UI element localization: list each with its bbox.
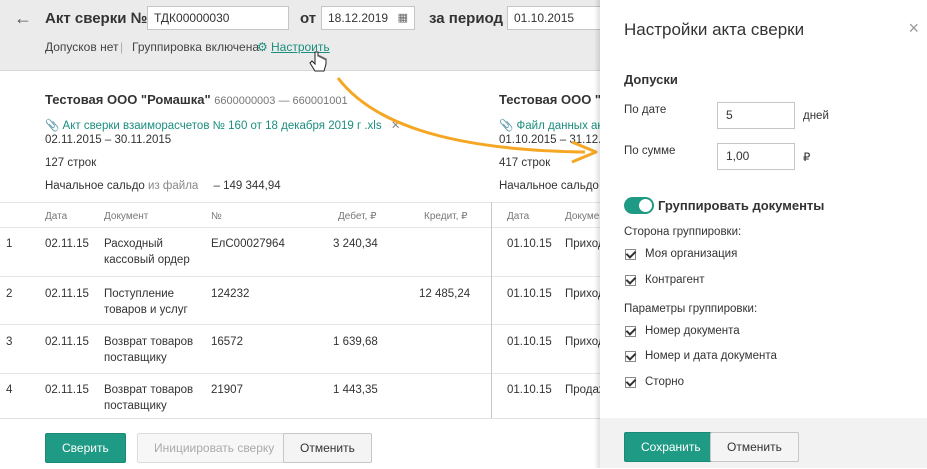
date-input[interactable]: 18.12.2019 ▦ xyxy=(321,6,415,30)
grouping-status: Группировка включена xyxy=(132,40,260,54)
footer-bar: Сверить Инициировать сверку Отменить xyxy=(0,418,600,469)
row-right-date: 01.10.15 xyxy=(507,384,552,396)
left-balance-value: – 149 344,94 xyxy=(213,180,281,192)
right-balance-label: Начальное сальдо и xyxy=(499,180,609,192)
row-number: ЕлС00027964 xyxy=(211,238,285,250)
row-index: 3 xyxy=(6,336,13,348)
row-doc-line1: Поступление xyxy=(104,288,175,300)
row-doc-line2: товаров и услуг xyxy=(104,304,188,316)
left-rows-count: 127 строк xyxy=(45,157,97,169)
by-sum-label: По сумме xyxy=(624,145,676,157)
gear-icon: ⚙ xyxy=(257,40,268,54)
left-org-name: Тестовая ООО "Ромашка" xyxy=(45,92,211,107)
col-header-date: Дата xyxy=(45,211,68,222)
group-documents-toggle[interactable] xyxy=(624,197,654,214)
save-button[interactable]: Сохранить xyxy=(624,432,718,462)
row-doc-line1: Возврат товаров xyxy=(104,336,194,348)
row-number: 124232 xyxy=(211,288,250,300)
left-balance-label: Начальное сальдо xyxy=(45,180,145,192)
status-separator: | xyxy=(120,40,124,54)
col-header-document: Документ xyxy=(104,211,149,222)
calendar-icon[interactable]: ▦ xyxy=(398,11,408,24)
left-balance: Начальное сальдо из файла – 149 344,94 xyxy=(45,180,281,192)
period-start-input[interactable]: 01.10.2015 xyxy=(507,6,600,30)
initiate-reconcile-button[interactable]: Инициировать сверку xyxy=(137,433,292,463)
storno-checkbox[interactable] xyxy=(625,377,636,388)
toggle-knob xyxy=(639,199,652,212)
page-title: Акт сверки № xyxy=(45,10,148,27)
left-period: 02.11.2015 – 30.11.2015 xyxy=(45,134,172,146)
period-label: за период xyxy=(429,10,504,27)
group-documents-label: Группировать документы xyxy=(658,198,825,213)
my-org-label: Моя организация xyxy=(645,248,738,260)
cancel-button[interactable]: Отменить xyxy=(283,433,372,463)
paperclip-icon: 📎 xyxy=(45,120,60,132)
row-doc-line2: кассовый ордер xyxy=(104,254,190,266)
row-number: 16572 xyxy=(211,336,243,348)
storno-label: Сторно xyxy=(645,376,684,388)
left-org-inn: 6600000003 — 660001001 xyxy=(214,95,348,107)
row-right-date: 01.10.15 xyxy=(507,238,552,250)
row-doc-line1: Расходный xyxy=(104,238,163,250)
doc-number-date-label: Номер и дата документа xyxy=(645,350,777,362)
row-divider xyxy=(0,324,600,325)
settings-panel: Настройки акта сверки × Допуски По дате … xyxy=(600,0,927,468)
left-balance-source: из файла xyxy=(148,180,199,192)
row-divider xyxy=(0,373,600,374)
panel-title: Настройки акта сверки xyxy=(624,20,805,39)
by-date-input[interactable]: 5 xyxy=(717,102,795,129)
reconcile-button[interactable]: Сверить xyxy=(45,433,126,463)
col-header-right-date: Дата xyxy=(507,211,530,222)
table-top-border xyxy=(0,202,600,203)
row-date: 02.11.15 xyxy=(45,238,89,250)
by-sum-unit: ₽ xyxy=(803,152,811,164)
my-org-checkbox[interactable] xyxy=(625,249,636,260)
row-debit: 3 240,34 xyxy=(333,238,378,250)
from-label: от xyxy=(300,10,317,27)
doc-number-label: Номер документа xyxy=(645,325,740,337)
close-icon[interactable]: × xyxy=(908,18,919,39)
row-date: 02.11.15 xyxy=(45,336,89,348)
row-index: 4 xyxy=(6,384,13,396)
back-arrow-icon[interactable]: ← xyxy=(14,8,32,29)
row-index: 2 xyxy=(6,288,13,300)
group-side-label: Сторона группировки: xyxy=(624,226,742,238)
by-date-label: По дате xyxy=(624,104,667,116)
tolerances-status: Допусков нет xyxy=(45,40,119,54)
row-date: 02.11.15 xyxy=(45,288,89,300)
col-header-number: № xyxy=(211,211,222,222)
row-doc-line1: Возврат товаров xyxy=(104,384,194,396)
counterparty-label: Контрагент xyxy=(645,274,705,286)
hand-cursor-icon xyxy=(309,51,327,72)
by-date-unit: дней xyxy=(803,110,829,122)
row-right-date: 01.10.15 xyxy=(507,288,552,300)
row-credit: 12 485,24 xyxy=(419,288,471,300)
tolerances-heading: Допуски xyxy=(624,72,678,87)
annotation-arrow-icon xyxy=(336,77,598,164)
table-split-divider[interactable] xyxy=(491,202,492,420)
row-right-date: 01.10.15 xyxy=(507,336,552,348)
group-params-label: Параметры группировки: xyxy=(624,303,758,315)
col-header-debit: Дебет, ₽ xyxy=(338,211,377,222)
counterparty-checkbox[interactable] xyxy=(625,275,636,286)
col-header-credit: Кредит, ₽ xyxy=(424,211,468,222)
panel-cancel-button[interactable]: Отменить xyxy=(710,432,799,462)
row-debit: 1 443,35 xyxy=(333,384,378,396)
date-value: 18.12.2019 xyxy=(328,11,389,25)
header-bar: ← Акт сверки № ТДК00000030 от 18.12.2019… xyxy=(0,0,600,71)
row-debit: 1 639,68 xyxy=(333,336,378,348)
row-index: 1 xyxy=(6,238,13,250)
doc-number-date-checkbox[interactable] xyxy=(625,351,636,362)
by-sum-input[interactable]: 1,00 xyxy=(717,143,795,170)
row-date: 02.11.15 xyxy=(45,384,89,396)
panel-footer: Сохранить Отменить xyxy=(600,418,927,468)
row-doc-line2: поставщику xyxy=(104,400,167,412)
doc-number-checkbox[interactable] xyxy=(625,326,636,337)
left-org-heading: Тестовая ООО "Ромашка" 6600000003 — 6600… xyxy=(45,92,348,107)
act-number-input[interactable]: ТДК00000030 xyxy=(147,6,289,30)
row-number: 21907 xyxy=(211,384,243,396)
row-doc-line2: поставщику xyxy=(104,352,167,364)
table-header-border xyxy=(0,227,600,228)
row-divider xyxy=(0,276,600,277)
